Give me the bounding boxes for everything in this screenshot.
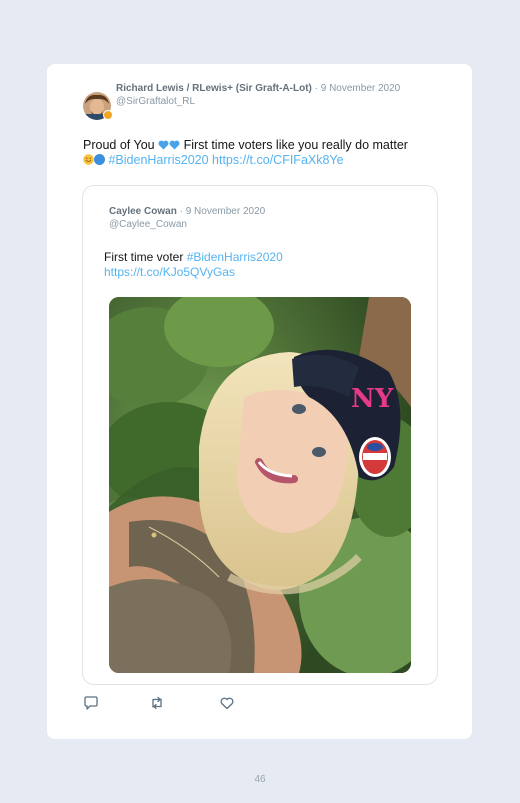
tweet-date[interactable]: 9 November 2020 — [321, 83, 401, 94]
svg-text:NY: NY — [351, 384, 394, 414]
blue-circle-icon — [94, 154, 105, 165]
blue-heart-icon — [158, 140, 169, 150]
heart-icon[interactable] — [219, 695, 235, 711]
tweet-text-intro: Proud of You — [83, 138, 155, 152]
quoted-text-body: First time voter — [104, 250, 187, 264]
tweet-link[interactable]: https://t.co/CFIFaXk8Ye — [212, 153, 344, 167]
selfie-photo[interactable]: NY — [109, 297, 411, 673]
quoted-link[interactable]: https://t.co/KJo5QVyGas — [104, 265, 235, 279]
quoted-tweet-date[interactable]: 9 November 2020 — [186, 206, 266, 217]
tweet-hashtag[interactable]: #BidenHarris2020 — [108, 153, 208, 167]
retweet-icon[interactable] — [149, 695, 165, 711]
quoted-author-handle[interactable]: @Caylee_Cowan — [109, 219, 187, 230]
author-name[interactable]: Richard Lewis / RLewis+ (Sir Graft-A-Lot… — [116, 83, 312, 94]
header-separator: · — [311, 83, 321, 94]
tweet-text: Proud of You First time voters like you … — [83, 138, 443, 168]
reply-icon[interactable] — [83, 695, 99, 711]
quoted-tweet-text: First time voter #BidenHarris2020 https:… — [104, 250, 404, 280]
quoted-header-separator: · — [176, 206, 186, 217]
quoted-author-name[interactable]: Caylee Cowan — [109, 206, 177, 217]
quoted-hashtag[interactable]: #BidenHarris2020 — [187, 250, 283, 264]
blue-heart-icon — [169, 140, 180, 150]
page-number: 46 — [254, 774, 266, 785]
verified-badge-icon — [103, 110, 113, 120]
tweet-text-body: First time voters like you really do mat… — [180, 138, 408, 152]
tweet-header: Richard Lewis / RLewis+ (Sir Graft-A-Lot… — [116, 82, 436, 108]
smiling-face-icon — [83, 154, 94, 165]
quoted-tweet-header: Caylee Cowan · 9 November 2020 @Caylee_C… — [109, 205, 265, 231]
quoted-tweet[interactable]: Caylee Cowan · 9 November 2020 @Caylee_C… — [82, 185, 438, 685]
tweet-card: Richard Lewis / RLewis+ (Sir Graft-A-Lot… — [47, 64, 472, 739]
author-handle[interactable]: @SirGraftalot_RL — [116, 96, 195, 107]
